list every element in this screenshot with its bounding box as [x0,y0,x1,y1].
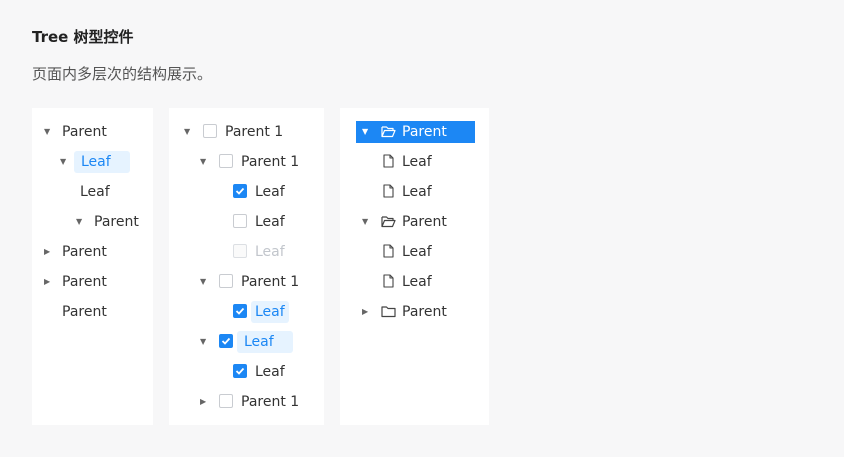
file-icon [383,154,394,168]
check-icon [235,307,245,315]
tree-node-leaf[interactable]: Leaf [402,241,432,263]
checkbox[interactable] [219,394,233,408]
caret-down-icon[interactable]: ▼ [200,277,206,287]
tree-node-parent[interactable]: Parent 1 [241,271,299,293]
tree-node-parent[interactable]: Parent [62,121,107,143]
caret-right-icon[interactable]: ▶ [200,397,206,407]
tree-node-leaf-selected[interactable]: Leaf [74,151,130,173]
file-icon [383,244,394,258]
tree-node-parent[interactable]: Parent 1 [241,391,299,413]
tree-node-parent[interactable]: Parent [62,241,107,263]
tree-panel-icons: ▼ Parent Leaf Leaf ▼ Parent Leaf Leaf ▶ … [340,108,489,425]
tree-panel-checkbox: ▼ Parent 1 ▼ Parent 1 Leaf Leaf Leaf ▼ P… [169,108,324,425]
tree-node-leaf[interactable]: Leaf [255,181,285,203]
tree-node-leaf-selected[interactable]: Leaf [251,301,289,323]
tree-node-leaf[interactable]: Leaf [255,361,285,383]
tree-node-leaf[interactable]: Leaf [402,271,432,293]
caret-down-icon[interactable]: ▼ [362,127,368,137]
tree-node-parent[interactable]: Parent [62,271,107,293]
tree-node-leaf-selected[interactable]: Leaf [237,331,293,353]
caret-down-icon[interactable]: ▼ [44,127,50,137]
tree-node-parent[interactable]: Parent 1 [241,151,299,173]
tree-node-parent[interactable]: Parent 1 [225,121,283,143]
checkbox[interactable] [219,274,233,288]
checkbox-checked[interactable] [233,304,247,318]
checkbox[interactable] [203,124,217,138]
caret-down-icon[interactable]: ▼ [200,157,206,167]
checkbox-checked[interactable] [219,334,233,348]
caret-right-icon[interactable]: ▶ [44,277,50,287]
caret-down-icon[interactable]: ▼ [184,127,190,137]
tree-node-parent-selected[interactable]: Parent [402,121,447,143]
folder-open-icon [381,126,396,138]
tree-node-parent[interactable]: Parent [402,211,447,233]
checkbox-disabled [233,244,247,258]
tree-node-parent[interactable]: Parent [94,211,139,233]
check-icon [235,187,245,195]
caret-down-icon[interactable]: ▼ [76,217,82,227]
file-icon [383,184,394,198]
tree-node-leaf[interactable]: Leaf [402,151,432,173]
tree-panel-basic: ▼ Parent ▼ Leaf Leaf ▼ Parent ▶ Parent ▶… [32,108,153,425]
caret-down-icon[interactable]: ▼ [362,217,368,227]
page-description: 页面内多层次的结构展示。 [32,65,213,83]
caret-down-icon[interactable]: ▼ [60,157,66,167]
check-icon [221,337,231,345]
tree-node-leaf-disabled: Leaf [255,244,285,260]
checkbox[interactable] [233,214,247,228]
tree-node-leaf[interactable]: Leaf [402,181,432,203]
tree-node-parent[interactable]: Parent [402,301,447,323]
tree-node-parent[interactable]: Parent [62,301,107,323]
page-title: Tree 树型控件 [32,28,134,46]
folder-icon [381,306,396,318]
file-icon [383,274,394,288]
checkbox-checked[interactable] [233,364,247,378]
caret-down-icon[interactable]: ▼ [200,337,206,347]
tree-node-leaf[interactable]: Leaf [80,181,110,203]
tree-node-leaf[interactable]: Leaf [255,211,285,233]
caret-right-icon[interactable]: ▶ [362,307,368,317]
check-icon [235,367,245,375]
checkbox[interactable] [219,154,233,168]
caret-right-icon[interactable]: ▶ [44,247,50,257]
folder-open-icon [381,216,396,228]
checkbox-checked[interactable] [233,184,247,198]
